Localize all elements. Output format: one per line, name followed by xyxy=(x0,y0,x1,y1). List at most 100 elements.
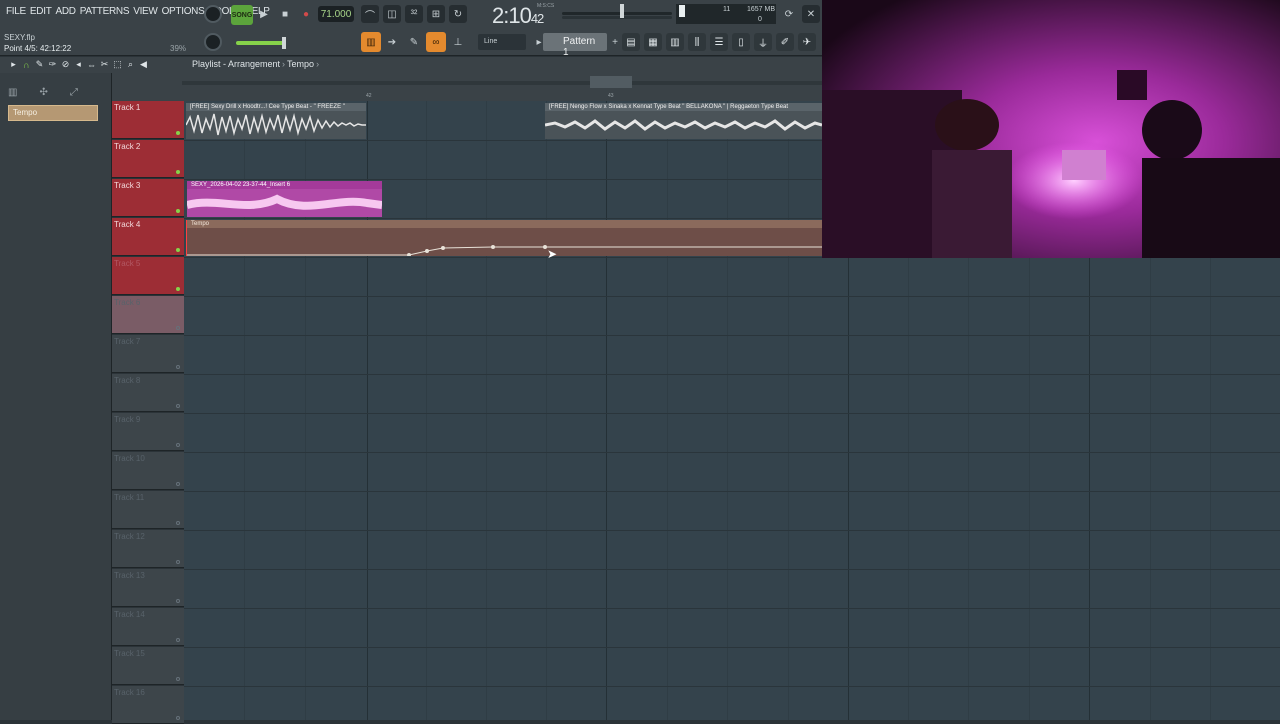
audio-clip[interactable]: SEXY_2026-04-02 23-37-44_Insert 6 xyxy=(187,181,382,217)
menu-options[interactable]: OPTIONS xyxy=(160,6,207,17)
track-led[interactable] xyxy=(176,170,180,174)
record-icon[interactable]: ● xyxy=(297,5,315,23)
play-icon[interactable]: ▶ xyxy=(255,5,273,23)
select-icon[interactable]: ⬚ xyxy=(112,59,123,70)
track-header[interactable]: Track 12 xyxy=(112,530,184,568)
track-header[interactable]: Track 5 xyxy=(112,257,184,295)
track-led[interactable] xyxy=(176,716,180,720)
automation-clip[interactable]: Tempo xyxy=(187,220,822,256)
browser-view-icon[interactable]: ▥ xyxy=(8,87,17,98)
link-icon[interactable]: ∞ xyxy=(426,32,446,52)
mixer-icon[interactable]: ⫼ xyxy=(688,33,706,51)
main-toolbar: FILE EDIT ADD PATTERNS VIEW OPTIONS TOOL… xyxy=(0,0,822,58)
delete-icon[interactable]: ⊘ xyxy=(60,59,71,70)
stamp-icon[interactable]: ⊥ xyxy=(449,33,467,51)
playlist-breadcrumb[interactable]: Tempo xyxy=(287,59,314,69)
piano-roll-icon[interactable]: ▥ xyxy=(361,32,381,52)
track-led[interactable] xyxy=(176,404,180,408)
metronome-knob-icon[interactable] xyxy=(204,5,222,23)
pattern-selector[interactable]: Pattern 1 xyxy=(543,33,607,58)
slice-icon[interactable]: ✂ xyxy=(99,59,110,70)
playhead[interactable] xyxy=(186,220,187,256)
browser-icon[interactable]: ☰ xyxy=(710,33,728,51)
track-header[interactable]: Track 9 xyxy=(112,413,184,451)
online-icon[interactable]: ⟳ xyxy=(780,5,798,23)
channel-rack-icon[interactable]: ▦ xyxy=(644,33,662,51)
track-header[interactable]: Track 15 xyxy=(112,647,184,685)
slip-icon[interactable]: ⇔ xyxy=(86,59,97,70)
arrow-right-icon[interactable]: ➔ xyxy=(383,33,401,51)
track-led[interactable] xyxy=(176,638,180,642)
master-pitch-knob[interactable] xyxy=(204,33,222,51)
time-format-label[interactable]: M:S:CS xyxy=(537,3,554,9)
browser-tree-icon[interactable]: ✣ xyxy=(39,87,47,98)
track-led[interactable] xyxy=(176,365,180,369)
project-icon[interactable]: ▯ xyxy=(732,33,750,51)
track-led[interactable] xyxy=(176,209,180,213)
zoom-icon[interactable]: ⌕ xyxy=(125,59,136,70)
track-header[interactable]: Track 13 xyxy=(112,569,184,607)
menu-patterns[interactable]: PATTERNS xyxy=(78,6,131,17)
audio-clip[interactable]: [FREE] Sexy Drill x Hoodtr...! Cee Type … xyxy=(186,103,366,139)
master-volume-handle[interactable] xyxy=(620,4,624,18)
track-led[interactable] xyxy=(176,287,180,291)
track-led[interactable] xyxy=(176,482,180,486)
track-name: Track 3 xyxy=(114,181,141,190)
main-volume-handle[interactable] xyxy=(282,37,286,49)
track-led[interactable] xyxy=(176,248,180,252)
playback-icon[interactable]: ◀ xyxy=(138,59,149,70)
magnet-icon[interactable]: ∩ xyxy=(21,59,32,70)
metronome-icon[interactable]: ⌒ xyxy=(361,5,379,23)
pencil-icon-pl[interactable]: ✎ xyxy=(34,59,45,70)
plugin-icon[interactable]: ⏚ xyxy=(754,33,772,51)
paint-icon[interactable]: ✑ xyxy=(47,59,58,70)
track-led[interactable] xyxy=(176,131,180,135)
tempo-display[interactable]: 71.000 xyxy=(318,6,354,22)
browser-item-tempo[interactable]: Tempo xyxy=(8,105,98,121)
loop-record-icon[interactable]: ↻ xyxy=(449,5,467,23)
menu-file[interactable]: FILE xyxy=(4,6,28,17)
track-led[interactable] xyxy=(176,560,180,564)
menu-view[interactable]: VIEW xyxy=(131,6,159,17)
playlist-window-icon[interactable]: ▤ xyxy=(622,33,640,51)
scrollbar-thumb[interactable] xyxy=(590,76,632,88)
audio-clip[interactable]: [FREE] Ñengo Flow x Sinaka x Kennat Type… xyxy=(545,103,822,139)
timeline-ruler[interactable]: 42 43 xyxy=(112,73,822,101)
track-header[interactable]: Track 14 xyxy=(112,608,184,646)
wait-input-icon[interactable]: ◫ xyxy=(383,5,401,23)
track-header[interactable]: Track 1 xyxy=(112,101,184,139)
stop-icon[interactable]: ■ xyxy=(276,5,294,23)
track-name: Track 4 xyxy=(114,220,141,229)
main-volume-fill xyxy=(236,41,284,45)
track-led[interactable] xyxy=(176,443,180,447)
track-led[interactable] xyxy=(176,599,180,603)
pencil-icon[interactable]: ✎ xyxy=(405,33,423,51)
countdown-icon[interactable]: ³² xyxy=(405,5,423,23)
track-header[interactable]: Track 11 xyxy=(112,491,184,529)
song-mode-button[interactable]: SONG xyxy=(231,5,253,25)
step-edit-icon[interactable]: ⊞ xyxy=(427,5,445,23)
browser-link-icon[interactable]: ⤢ xyxy=(70,87,78,98)
playlist-menu-icon[interactable]: ▸ xyxy=(8,59,19,70)
track-led[interactable] xyxy=(176,326,180,330)
menu-edit[interactable]: EDIT xyxy=(28,6,54,17)
horizontal-scrollbar[interactable] xyxy=(182,81,822,85)
snap-mode-select[interactable]: Line xyxy=(478,34,526,50)
track-header[interactable]: Track 3 xyxy=(112,179,184,217)
track-header[interactable]: Track 6 xyxy=(112,296,184,334)
track-led[interactable] xyxy=(176,677,180,681)
track-header[interactable]: Track 7 xyxy=(112,335,184,373)
track-header[interactable]: Track 2 xyxy=(112,140,184,178)
piano-roll-window-icon[interactable]: ▥ xyxy=(666,33,684,51)
pencil-tool-icon[interactable]: ✐ xyxy=(776,33,794,51)
help-icon[interactable]: ✈ xyxy=(798,33,816,51)
mute-icon[interactable]: ◂ xyxy=(73,59,84,70)
menu-add[interactable]: ADD xyxy=(54,6,78,17)
track-led[interactable] xyxy=(176,521,180,525)
close-icon[interactable]: ✕ xyxy=(802,5,820,23)
track-header[interactable]: Track 8 xyxy=(112,374,184,412)
track-header[interactable]: Track 4 xyxy=(112,218,184,256)
track-header[interactable]: Track 10 xyxy=(112,452,184,490)
track-header[interactable]: Track 16 xyxy=(112,686,184,724)
master-volume-slider[interactable] xyxy=(562,12,672,15)
